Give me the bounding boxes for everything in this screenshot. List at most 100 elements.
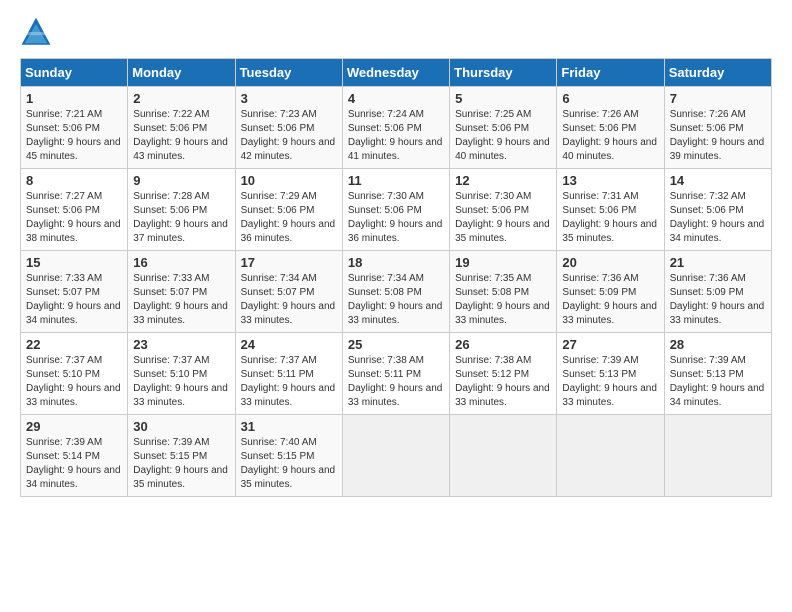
day-number: 16 [133,255,229,270]
day-number: 11 [348,173,444,188]
calendar-cell: 19 Sunrise: 7:35 AMSunset: 5:08 PMDaylig… [450,251,557,333]
calendar-cell: 18 Sunrise: 7:34 AMSunset: 5:08 PMDaylig… [342,251,449,333]
day-info: Sunrise: 7:37 AMSunset: 5:11 PMDaylight:… [241,354,337,410]
calendar-week-row: 1 Sunrise: 7:21 AMSunset: 5:06 PMDayligh… [21,87,772,169]
calendar-cell: 31 Sunrise: 7:40 AMSunset: 5:15 PMDaylig… [235,415,342,497]
calendar-cell: 9 Sunrise: 7:28 AMSunset: 5:06 PMDayligh… [128,169,235,251]
calendar-cell: 5 Sunrise: 7:25 AMSunset: 5:06 PMDayligh… [450,87,557,169]
column-header-monday: Monday [128,59,235,87]
day-number: 28 [670,337,766,352]
calendar-cell: 4 Sunrise: 7:24 AMSunset: 5:06 PMDayligh… [342,87,449,169]
day-info: Sunrise: 7:39 AMSunset: 5:14 PMDaylight:… [26,436,122,492]
day-number: 9 [133,173,229,188]
day-info: Sunrise: 7:30 AMSunset: 5:06 PMDaylight:… [455,190,551,246]
calendar-week-row: 8 Sunrise: 7:27 AMSunset: 5:06 PMDayligh… [21,169,772,251]
calendar-cell: 27 Sunrise: 7:39 AMSunset: 5:13 PMDaylig… [557,333,664,415]
day-number: 30 [133,419,229,434]
day-info: Sunrise: 7:30 AMSunset: 5:06 PMDaylight:… [348,190,444,246]
calendar-cell: 15 Sunrise: 7:33 AMSunset: 5:07 PMDaylig… [21,251,128,333]
day-number: 25 [348,337,444,352]
calendar-header-row: SundayMondayTuesdayWednesdayThursdayFrid… [21,59,772,87]
column-header-wednesday: Wednesday [342,59,449,87]
day-number: 8 [26,173,122,188]
day-number: 2 [133,91,229,106]
day-number: 14 [670,173,766,188]
day-info: Sunrise: 7:34 AMSunset: 5:08 PMDaylight:… [348,272,444,328]
day-info: Sunrise: 7:39 AMSunset: 5:15 PMDaylight:… [133,436,229,492]
day-info: Sunrise: 7:40 AMSunset: 5:15 PMDaylight:… [241,436,337,492]
day-info: Sunrise: 7:37 AMSunset: 5:10 PMDaylight:… [26,354,122,410]
day-number: 13 [562,173,658,188]
calendar-cell: 26 Sunrise: 7:38 AMSunset: 5:12 PMDaylig… [450,333,557,415]
column-header-tuesday: Tuesday [235,59,342,87]
day-number: 26 [455,337,551,352]
day-number: 23 [133,337,229,352]
day-info: Sunrise: 7:23 AMSunset: 5:06 PMDaylight:… [241,108,337,164]
calendar-cell: 20 Sunrise: 7:36 AMSunset: 5:09 PMDaylig… [557,251,664,333]
calendar-cell: 29 Sunrise: 7:39 AMSunset: 5:14 PMDaylig… [21,415,128,497]
column-header-saturday: Saturday [664,59,771,87]
day-info: Sunrise: 7:35 AMSunset: 5:08 PMDaylight:… [455,272,551,328]
day-number: 12 [455,173,551,188]
calendar-cell: 16 Sunrise: 7:33 AMSunset: 5:07 PMDaylig… [128,251,235,333]
day-number: 17 [241,255,337,270]
calendar-cell: 10 Sunrise: 7:29 AMSunset: 5:06 PMDaylig… [235,169,342,251]
day-number: 5 [455,91,551,106]
calendar-cell: 2 Sunrise: 7:22 AMSunset: 5:06 PMDayligh… [128,87,235,169]
day-number: 18 [348,255,444,270]
day-number: 6 [562,91,658,106]
calendar-week-row: 15 Sunrise: 7:33 AMSunset: 5:07 PMDaylig… [21,251,772,333]
day-info: Sunrise: 7:26 AMSunset: 5:06 PMDaylight:… [562,108,658,164]
day-info: Sunrise: 7:39 AMSunset: 5:13 PMDaylight:… [562,354,658,410]
day-number: 3 [241,91,337,106]
calendar-week-row: 29 Sunrise: 7:39 AMSunset: 5:14 PMDaylig… [21,415,772,497]
day-info: Sunrise: 7:37 AMSunset: 5:10 PMDaylight:… [133,354,229,410]
day-number: 7 [670,91,766,106]
day-number: 1 [26,91,122,106]
calendar-cell [557,415,664,497]
day-info: Sunrise: 7:28 AMSunset: 5:06 PMDaylight:… [133,190,229,246]
calendar-cell: 11 Sunrise: 7:30 AMSunset: 5:06 PMDaylig… [342,169,449,251]
day-info: Sunrise: 7:31 AMSunset: 5:06 PMDaylight:… [562,190,658,246]
calendar-cell: 28 Sunrise: 7:39 AMSunset: 5:13 PMDaylig… [664,333,771,415]
day-number: 20 [562,255,658,270]
day-info: Sunrise: 7:27 AMSunset: 5:06 PMDaylight:… [26,190,122,246]
day-info: Sunrise: 7:33 AMSunset: 5:07 PMDaylight:… [26,272,122,328]
logo [20,16,56,48]
column-header-friday: Friday [557,59,664,87]
calendar-cell: 14 Sunrise: 7:32 AMSunset: 5:06 PMDaylig… [664,169,771,251]
day-info: Sunrise: 7:21 AMSunset: 5:06 PMDaylight:… [26,108,122,164]
page-header [20,16,772,48]
calendar-cell: 8 Sunrise: 7:27 AMSunset: 5:06 PMDayligh… [21,169,128,251]
calendar-cell: 25 Sunrise: 7:38 AMSunset: 5:11 PMDaylig… [342,333,449,415]
calendar-cell: 23 Sunrise: 7:37 AMSunset: 5:10 PMDaylig… [128,333,235,415]
calendar-cell: 1 Sunrise: 7:21 AMSunset: 5:06 PMDayligh… [21,87,128,169]
calendar-week-row: 22 Sunrise: 7:37 AMSunset: 5:10 PMDaylig… [21,333,772,415]
day-info: Sunrise: 7:39 AMSunset: 5:13 PMDaylight:… [670,354,766,410]
calendar-cell: 24 Sunrise: 7:37 AMSunset: 5:11 PMDaylig… [235,333,342,415]
day-info: Sunrise: 7:38 AMSunset: 5:11 PMDaylight:… [348,354,444,410]
calendar-cell [664,415,771,497]
day-number: 15 [26,255,122,270]
day-info: Sunrise: 7:38 AMSunset: 5:12 PMDaylight:… [455,354,551,410]
day-info: Sunrise: 7:25 AMSunset: 5:06 PMDaylight:… [455,108,551,164]
column-header-thursday: Thursday [450,59,557,87]
calendar-cell: 13 Sunrise: 7:31 AMSunset: 5:06 PMDaylig… [557,169,664,251]
day-number: 10 [241,173,337,188]
calendar-cell: 12 Sunrise: 7:30 AMSunset: 5:06 PMDaylig… [450,169,557,251]
day-info: Sunrise: 7:32 AMSunset: 5:06 PMDaylight:… [670,190,766,246]
day-number: 31 [241,419,337,434]
day-number: 19 [455,255,551,270]
calendar-cell: 3 Sunrise: 7:23 AMSunset: 5:06 PMDayligh… [235,87,342,169]
calendar-cell: 30 Sunrise: 7:39 AMSunset: 5:15 PMDaylig… [128,415,235,497]
day-info: Sunrise: 7:26 AMSunset: 5:06 PMDaylight:… [670,108,766,164]
day-info: Sunrise: 7:29 AMSunset: 5:06 PMDaylight:… [241,190,337,246]
day-info: Sunrise: 7:24 AMSunset: 5:06 PMDaylight:… [348,108,444,164]
day-number: 24 [241,337,337,352]
day-info: Sunrise: 7:36 AMSunset: 5:09 PMDaylight:… [670,272,766,328]
day-info: Sunrise: 7:22 AMSunset: 5:06 PMDaylight:… [133,108,229,164]
calendar-cell: 6 Sunrise: 7:26 AMSunset: 5:06 PMDayligh… [557,87,664,169]
day-number: 22 [26,337,122,352]
day-number: 29 [26,419,122,434]
day-info: Sunrise: 7:34 AMSunset: 5:07 PMDaylight:… [241,272,337,328]
